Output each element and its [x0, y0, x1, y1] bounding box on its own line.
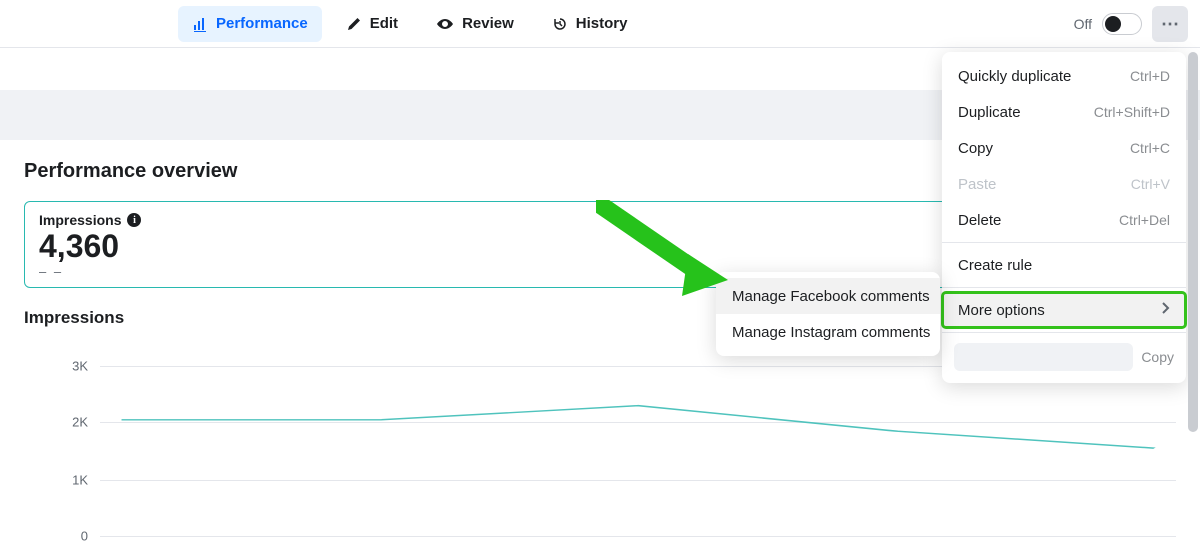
pencil-icon	[346, 16, 362, 32]
menu-delete[interactable]: Delete Ctrl+Del	[942, 202, 1186, 238]
eye-icon	[436, 16, 454, 32]
menu-more-options[interactable]: More options	[942, 292, 1186, 328]
status-toggle[interactable]	[1102, 13, 1142, 35]
menu-duplicate[interactable]: Duplicate Ctrl+Shift+D	[942, 94, 1186, 130]
metric-label: Impressions	[39, 212, 121, 228]
y-tick: 1K	[48, 473, 88, 488]
menu-paste: Paste Ctrl+V	[942, 166, 1186, 202]
submenu-manage-facebook-comments[interactable]: Manage Facebook comments	[716, 278, 940, 314]
more-actions-button[interactable]: ⋯	[1152, 6, 1188, 42]
menu-item-label: Copy	[958, 140, 993, 157]
chevron-right-icon	[1160, 301, 1170, 319]
more-options-submenu: Manage Facebook comments Manage Instagra…	[716, 272, 940, 356]
menu-item-label: More options	[958, 302, 1045, 319]
menu-quickly-duplicate[interactable]: Quickly duplicate Ctrl+D	[942, 58, 1186, 94]
menu-item-shortcut: Ctrl+Shift+D	[1094, 104, 1170, 120]
menu-copy-id-row: Copy	[942, 337, 1186, 377]
submenu-manage-instagram-comments[interactable]: Manage Instagram comments	[716, 314, 940, 350]
tab-history[interactable]: History	[538, 6, 642, 42]
history-icon	[552, 16, 568, 32]
tab-review[interactable]: Review	[422, 6, 528, 42]
menu-separator	[942, 287, 1186, 288]
y-tick: 3K	[48, 359, 88, 374]
tab-label: Review	[462, 15, 514, 32]
menu-copy[interactable]: Copy Ctrl+C	[942, 130, 1186, 166]
tab-edit[interactable]: Edit	[332, 6, 412, 42]
menu-item-shortcut: Ctrl+D	[1130, 68, 1170, 84]
more-actions-menu: Quickly duplicate Ctrl+D Duplicate Ctrl+…	[942, 52, 1186, 383]
tab-label: History	[576, 15, 628, 32]
copy-id-button[interactable]: Copy	[1141, 349, 1174, 365]
menu-item-shortcut: Ctrl+Del	[1119, 212, 1170, 228]
ellipsis-icon: ⋯	[1161, 14, 1179, 35]
bar-chart-icon	[192, 16, 208, 32]
menu-item-label: Manage Facebook comments	[732, 288, 930, 305]
menu-item-shortcut: Ctrl+V	[1131, 176, 1170, 192]
menu-create-rule[interactable]: Create rule	[942, 247, 1186, 283]
tab-label: Performance	[216, 15, 308, 32]
tab-label: Edit	[370, 15, 398, 32]
tab-performance[interactable]: Performance	[178, 6, 322, 42]
menu-item-label: Quickly duplicate	[958, 68, 1071, 85]
vertical-scrollbar[interactable]	[1188, 52, 1198, 432]
top-tabbar: Performance Edit Review History Off ⋯	[0, 0, 1200, 48]
menu-item-label: Duplicate	[958, 104, 1021, 121]
y-tick: 0	[48, 529, 88, 543]
menu-item-label: Create rule	[958, 257, 1032, 274]
menu-item-label: Delete	[958, 212, 1001, 229]
menu-item-shortcut: Ctrl+C	[1130, 140, 1170, 156]
info-icon[interactable]: i	[127, 213, 141, 227]
id-input[interactable]	[954, 343, 1133, 371]
menu-separator	[942, 242, 1186, 243]
toggle-off-label: Off	[1074, 16, 1092, 32]
menu-item-label: Paste	[958, 176, 996, 193]
y-tick: 2K	[48, 415, 88, 430]
menu-separator	[942, 332, 1186, 333]
menu-item-label: Manage Instagram comments	[732, 324, 930, 341]
